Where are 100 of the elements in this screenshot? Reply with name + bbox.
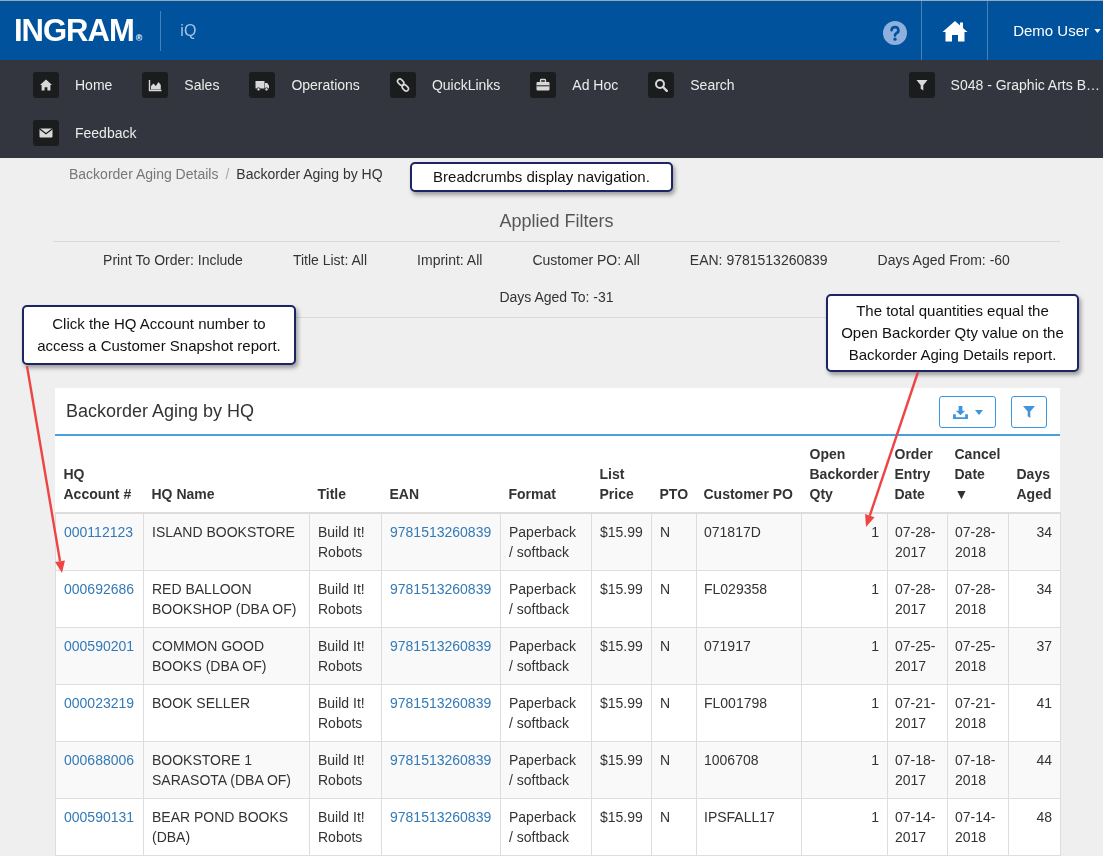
filter-icon	[908, 72, 935, 98]
nav-link[interactable]: QuickLinks	[389, 72, 501, 98]
filter-summary: Imprint: All	[417, 251, 483, 270]
envelope-icon	[33, 120, 59, 146]
home-icon	[33, 72, 59, 98]
filter-summary: EAN: 9781513260839	[689, 251, 828, 270]
download-button[interactable]	[939, 396, 996, 428]
nav-link[interactable]: Sales	[142, 72, 220, 98]
table-cell: Build It! Robots	[309, 570, 382, 628]
table-cell: 07-25-2018	[947, 627, 1009, 685]
table-cell: 1006708	[696, 741, 802, 799]
filter-selector[interactable]: S048 - Graphic Arts B…	[908, 72, 1100, 98]
table-cell: 1	[801, 570, 888, 628]
filter-button[interactable]	[1011, 396, 1047, 428]
table-cell: ISLAND BOOKSTORE	[143, 513, 310, 571]
table-cell: $15.99	[591, 570, 652, 628]
table-cell: N	[651, 741, 697, 799]
table-cell: 07-28-2017	[887, 513, 948, 571]
table-cell: 41	[1008, 684, 1061, 742]
area-chart-icon	[142, 72, 169, 98]
table-cell: Build It! Robots	[309, 684, 382, 742]
table-cell: Paperback / softback	[500, 798, 592, 856]
nav-link[interactable]: Home	[33, 72, 113, 98]
callout-box: Breadcrumbs display navigation.	[410, 162, 673, 192]
table-cell: $15.99	[591, 627, 652, 685]
table-cell: Paperback / softback	[500, 741, 592, 799]
table-cell: FL029358	[696, 570, 802, 628]
table-cell: RED BALLOON BOOKSHOP (DBA OF)	[143, 570, 310, 628]
table-cell: Build It! Robots	[309, 741, 382, 799]
table-cell: N	[651, 627, 697, 685]
filter-icon	[1023, 406, 1035, 418]
caret-icon	[1094, 28, 1101, 33]
breadcrumb-current: Backorder Aging by HQ	[236, 165, 383, 184]
link-icon	[389, 72, 416, 98]
filter-summary: Days Aged From: -60	[877, 251, 1010, 270]
table-cell: $15.99	[591, 684, 652, 742]
briefcase-icon	[530, 72, 557, 98]
table-cell: $15.99	[591, 513, 652, 571]
table-cell: 07-25-2017	[887, 627, 948, 685]
table-cell: COMMON GOOD BOOKS (DBA OF)	[143, 627, 310, 685]
table-cell: N	[651, 570, 697, 628]
table-cell: 07-18-2018	[947, 741, 1009, 799]
table-cell: 07-21-2018	[947, 684, 1009, 742]
user-menu[interactable]: Demo User	[988, 22, 1103, 39]
callout-box: Click the HQ Account number to access a Customer Snapshot report.	[22, 305, 296, 365]
search-icon	[648, 72, 675, 98]
table-cell: Paperback / softback	[500, 627, 592, 685]
nav-link[interactable]: Operations	[249, 72, 360, 98]
table-cell: 07-28-2018	[947, 513, 1009, 571]
home-icon[interactable]	[941, 19, 968, 42]
table-cell: 1	[801, 798, 888, 856]
table-cell: Build It! Robots	[309, 513, 382, 571]
table-cell: 44	[1008, 741, 1061, 799]
table-cell: BEAR POND BOOKS (DBA)	[143, 798, 310, 856]
download-icon	[952, 405, 968, 419]
table-cell: Paperback / softback	[500, 570, 592, 628]
table-cell: 07-14-2017	[887, 798, 948, 856]
table-cell: BOOK SELLER	[143, 684, 310, 742]
table-cell: Build It! Robots	[309, 798, 382, 856]
table-cell: N	[651, 684, 697, 742]
truck-icon	[249, 72, 276, 98]
breadcrumb-separator: /	[224, 165, 231, 184]
table-cell: BOOKSTORE 1 SARASOTA (DBA OF)	[143, 741, 310, 799]
nav-link[interactable]: Search	[648, 72, 735, 98]
filter-summary: Customer PO: All	[532, 251, 640, 270]
table-cell: Paperback / softback	[500, 684, 592, 742]
table-cell: 1	[801, 741, 888, 799]
caret-icon	[974, 409, 983, 415]
table-cell: 071917	[696, 627, 802, 685]
table-cell: FL001798	[696, 684, 802, 742]
table-cell: Build It! Robots	[309, 627, 382, 685]
filter-summary: Days Aged To: -31	[499, 288, 614, 307]
nav-link[interactable]: Feedback	[33, 120, 137, 146]
callout-box: The total quantities equal the Open Backorder Qty value on the Backorder Aging Details report.	[826, 294, 1079, 372]
table-cell: 07-18-2017	[887, 741, 948, 799]
table-cell: Paperback / softback	[500, 513, 592, 571]
table-cell: IPSFALL17	[696, 798, 802, 856]
breadcrumb-link[interactable]: Backorder Aging Details	[69, 164, 219, 184]
table-cell: N	[651, 798, 697, 856]
nav-link[interactable]: Ad Hoc	[530, 72, 619, 98]
help-icon[interactable]	[883, 20, 908, 45]
app-name: iQ	[180, 21, 197, 40]
table-cell: 1	[801, 513, 888, 571]
table-cell: $15.99	[591, 741, 652, 799]
table-cell: 48	[1008, 798, 1061, 856]
filter-summary: Print To Order: Include	[103, 251, 243, 270]
section-heading: Applied Filters	[53, 209, 1060, 242]
table-cell: N	[651, 513, 697, 571]
table-cell: 37	[1008, 627, 1061, 685]
table-cell: 1	[801, 684, 888, 742]
panel-title: Backorder Aging by HQ	[66, 400, 256, 422]
table-cell: 071817D	[696, 513, 802, 571]
table-cell: 07-14-2018	[947, 798, 1009, 856]
table-cell: 34	[1008, 513, 1061, 571]
table-cell: 07-21-2017	[887, 684, 948, 742]
table-cell: 07-28-2017	[887, 570, 948, 628]
table-cell: 34	[1008, 570, 1061, 628]
table-cell: 07-28-2018	[947, 570, 1009, 628]
table-cell: 1	[801, 627, 888, 685]
table-cell: $15.99	[591, 798, 652, 856]
